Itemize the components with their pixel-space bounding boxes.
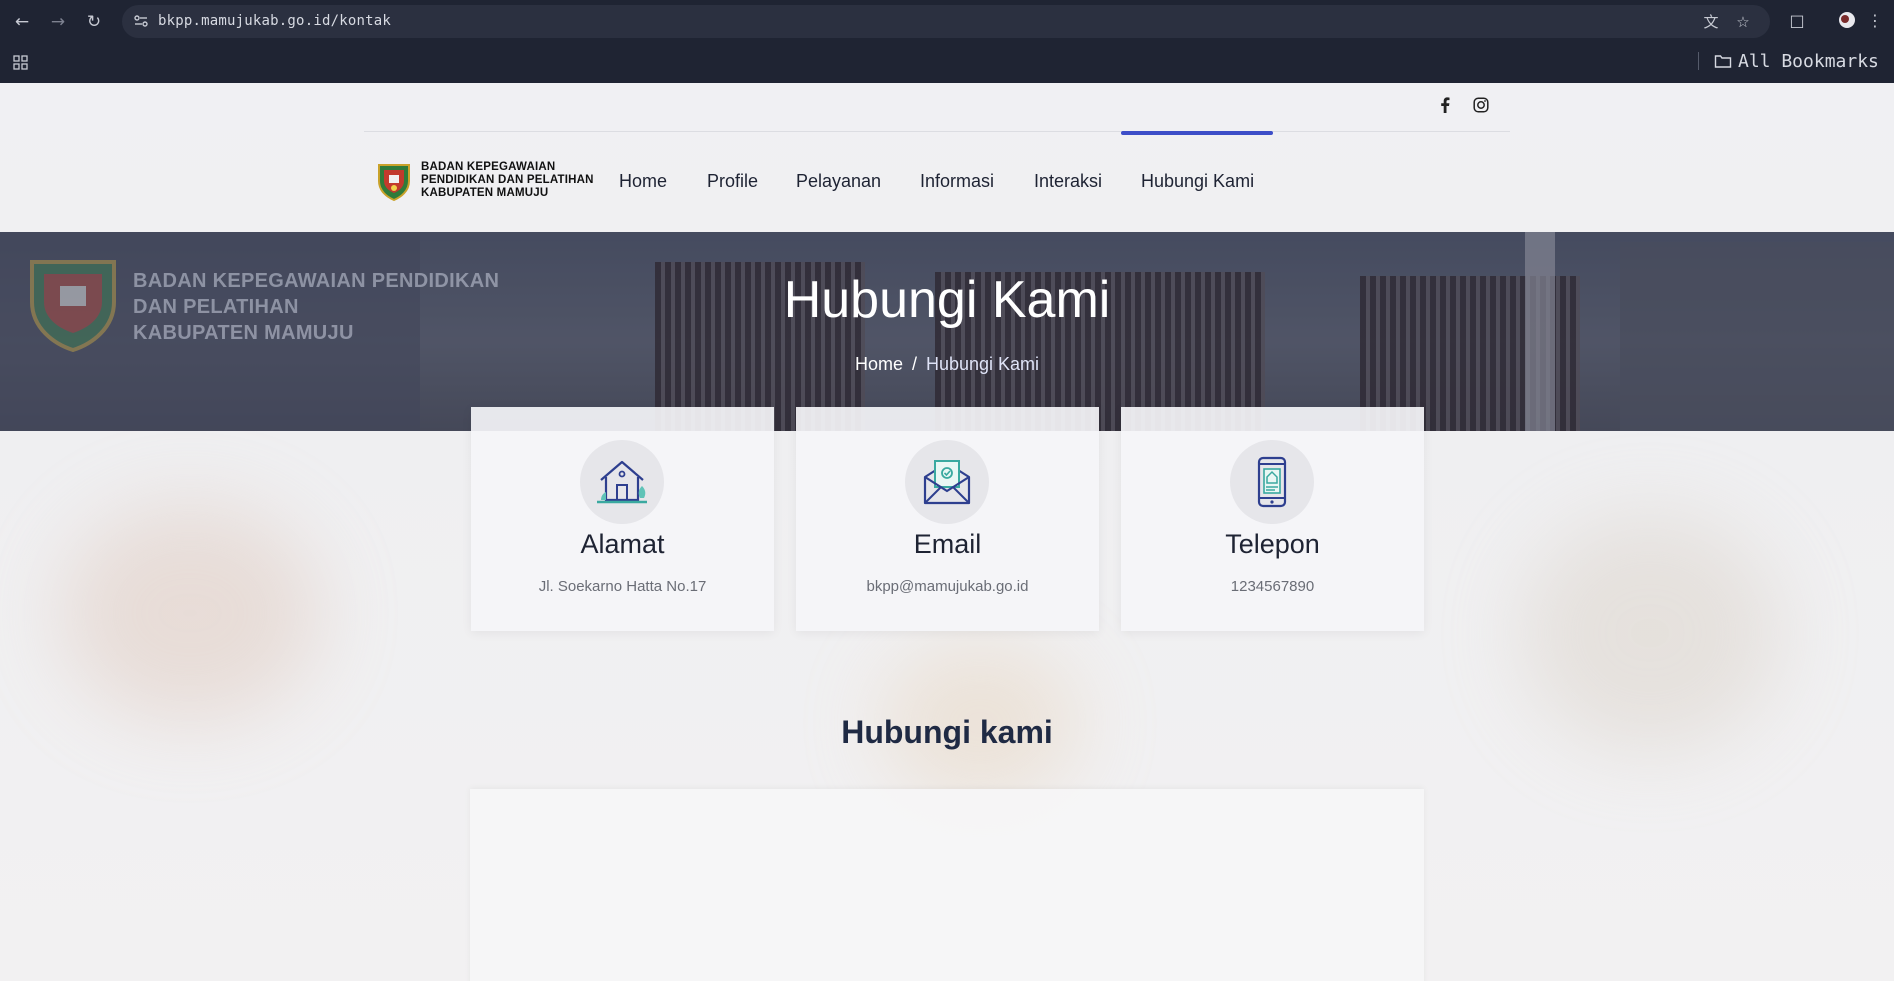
nav-pelayanan[interactable]: Pelayanan [796, 171, 881, 192]
profile-avatar-icon[interactable] [1836, 10, 1858, 32]
breadcrumb-separator: / [911, 354, 917, 374]
bookmarks-bar: All Bookmarks [0, 42, 1894, 83]
contact-value: 1234567890 [1230, 578, 1315, 595]
contact-value: Jl. Soekarno Hatta No.17 [538, 578, 707, 595]
envelope-icon [905, 440, 989, 524]
apps-grid-icon[interactable] [12, 54, 30, 72]
back-arrow-icon[interactable]: ← [10, 10, 34, 34]
logo-line: PENDIDIKAN DAN PELATIHAN [421, 174, 594, 186]
site-info-icon[interactable] [132, 12, 150, 30]
page-banner: BADAN KEPEGAWAIAN PENDIDIKAN DAN PELATIH… [0, 232, 1894, 431]
contact-form-title: Hubungi kami [841, 714, 1053, 750]
smartphone-icon [1230, 440, 1314, 524]
all-bookmarks-label: All Bookmarks [1738, 50, 1879, 72]
logo-text[interactable]: BADAN KEPEGAWAIAN PENDIDIKAN DAN PELATIH… [421, 161, 594, 200]
mamuju-crest-logo[interactable] [376, 161, 412, 201]
breadcrumb-home[interactable]: Home [855, 354, 903, 374]
house-icon [580, 440, 664, 524]
forward-arrow-icon[interactable]: → [46, 10, 70, 34]
logo-line: KABUPATEN MAMUJU [421, 187, 549, 199]
url-text[interactable]: bkpp.mamujukab.go.id/kontak [158, 13, 391, 29]
breadcrumb: Home / Hubungi Kami [0, 354, 1894, 375]
active-nav-indicator [1121, 131, 1273, 135]
browser-toolbar: ← → ↻ bkpp.mamujukab.go.id/kontak 文 ☆ □ … [0, 0, 1894, 42]
facebook-icon[interactable] [1436, 96, 1454, 114]
page-title: Hubungi Kami [783, 271, 1111, 329]
nav-informasi[interactable]: Informasi [920, 171, 994, 192]
reload-icon[interactable]: ↻ [82, 10, 106, 34]
instagram-icon[interactable] [1472, 96, 1490, 114]
nav-hubungi-kami[interactable]: Hubungi Kami [1141, 171, 1254, 192]
nav-home[interactable]: Home [619, 171, 667, 192]
contact-title: Email [913, 529, 982, 559]
logo-line: BADAN KEPEGAWAIAN [421, 161, 556, 173]
folder-icon [1714, 55, 1732, 68]
contact-card-alamat: Alamat Jl. Soekarno Hatta No.17 [471, 407, 774, 631]
bookmarks-divider [1698, 52, 1699, 70]
breadcrumb-current: Hubungi Kami [925, 354, 1040, 374]
contact-card-telepon: Telepon 1234567890 [1121, 407, 1424, 631]
nav-interaksi[interactable]: Interaksi [1034, 171, 1102, 192]
translate-icon[interactable]: 文 [1702, 13, 1720, 31]
menu-kebab-icon[interactable]: ⋮ [1864, 10, 1886, 32]
all-bookmarks-button[interactable]: All Bookmarks [1714, 49, 1879, 73]
header-divider [364, 131, 1510, 132]
extensions-icon[interactable]: □ [1786, 10, 1808, 32]
browser-chrome: ← → ↻ bkpp.mamujukab.go.id/kontak 文 ☆ □ … [0, 0, 1894, 83]
address-bar[interactable]: bkpp.mamujukab.go.id/kontak 文 ☆ [122, 5, 1770, 38]
contact-title: Telepon [1225, 529, 1320, 559]
contact-card-email: Email bkpp@mamujukab.go.id [796, 407, 1099, 631]
nav-profile[interactable]: Profile [707, 171, 758, 192]
bookmark-star-icon[interactable]: ☆ [1734, 13, 1752, 31]
contact-value: bkpp@mamujukab.go.id [866, 578, 1029, 595]
contact-form-card [470, 789, 1424, 981]
background-bokeh [60, 503, 320, 723]
web-page: BADAN KEPEGAWAIAN PENDIDIKAN DAN PELATIH… [0, 83, 1894, 981]
contact-title: Alamat [580, 529, 665, 559]
